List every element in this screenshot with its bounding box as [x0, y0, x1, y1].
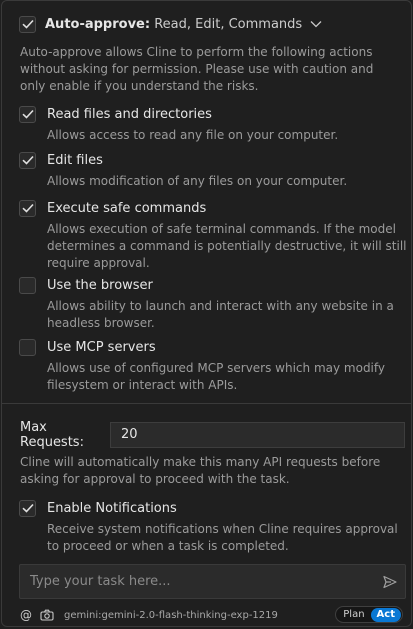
auto-approve-intro: Auto-approve allows Cline to perform the… — [20, 45, 374, 93]
option-read-files[interactable]: Read files and directories Allows access… — [19, 104, 407, 144]
option-label: Execute safe commands — [47, 200, 207, 216]
option-execute-commands[interactable]: Execute safe commands Allows execution o… — [19, 198, 407, 272]
execute-commands-checkbox[interactable] — [19, 199, 36, 217]
model-selector[interactable]: gemini:gemini-2.0-flash-thinking-exp-121… — [64, 610, 278, 621]
option-use-mcp[interactable]: Use MCP servers Allows use of configured… — [19, 337, 407, 394]
option-label: Edit files — [47, 152, 103, 168]
option-use-browser[interactable]: Use the browser Allows ability to launch… — [19, 275, 407, 332]
option-edit-files[interactable]: Edit files Allows modification of any fi… — [19, 150, 407, 190]
enable-notifications[interactable]: Enable Notifications Receive system noti… — [19, 498, 407, 555]
auto-approve-title: Auto-approve: Read, Edit, Commands — [45, 16, 303, 32]
notifications-label: Enable Notifications — [47, 500, 177, 516]
divider — [2, 403, 411, 404]
max-requests-input[interactable]: 20 — [110, 422, 405, 448]
mention-button[interactable]: @ — [20, 608, 34, 622]
task-input-placeholder: Type your task here... — [30, 574, 171, 589]
max-requests-description: Cline will automatically make this many … — [20, 455, 381, 486]
plan-mode-button[interactable]: Plan — [337, 608, 370, 622]
auto-approve-summary: Read, Edit, Commands — [154, 16, 303, 32]
option-label: Use the browser — [47, 277, 153, 293]
use-mcp-checkbox[interactable] — [19, 338, 36, 356]
option-description: Allows use of configured MCP servers whi… — [47, 361, 386, 392]
check-icon — [21, 109, 34, 119]
auto-approve-header[interactable]: Auto-approve: Read, Edit, Commands — [19, 13, 322, 35]
check-icon — [21, 19, 34, 29]
max-requests-label: Max Requests: — [20, 420, 84, 450]
act-mode-button[interactable]: Act — [370, 607, 401, 622]
check-icon — [21, 155, 34, 165]
task-input[interactable]: Type your task here... — [19, 564, 406, 599]
use-browser-checkbox[interactable] — [19, 276, 36, 294]
option-description: Allows ability to launch and interact wi… — [47, 299, 394, 330]
check-icon — [21, 503, 34, 513]
auto-approve-panel: Auto-approve: Read, Edit, Commands Auto-… — [1, 0, 412, 627]
max-requests-row: Max Requests: 20 — [20, 420, 405, 450]
camera-icon[interactable] — [40, 609, 54, 621]
plan-act-toggle[interactable]: Plan Act — [335, 606, 403, 623]
chevron-down-icon[interactable] — [310, 20, 322, 28]
option-label: Read files and directories — [47, 106, 212, 122]
notifications-description: Receive system notifications when Cline … — [47, 522, 398, 553]
option-description: Allows access to read any file on your c… — [47, 128, 339, 142]
read-files-checkbox[interactable] — [19, 105, 36, 123]
option-description: Allows modification of any files on your… — [47, 174, 348, 188]
check-icon — [21, 203, 34, 213]
option-label: Use MCP servers — [47, 339, 156, 355]
notifications-checkbox[interactable] — [19, 499, 36, 517]
auto-approve-checkbox[interactable] — [19, 15, 36, 33]
footer-bar: @ gemini:gemini-2.0-flash-thinking-exp-1… — [20, 606, 405, 624]
option-description: Allows execution of safe terminal comman… — [47, 222, 407, 270]
send-icon[interactable] — [382, 574, 398, 590]
edit-files-checkbox[interactable] — [19, 151, 36, 169]
